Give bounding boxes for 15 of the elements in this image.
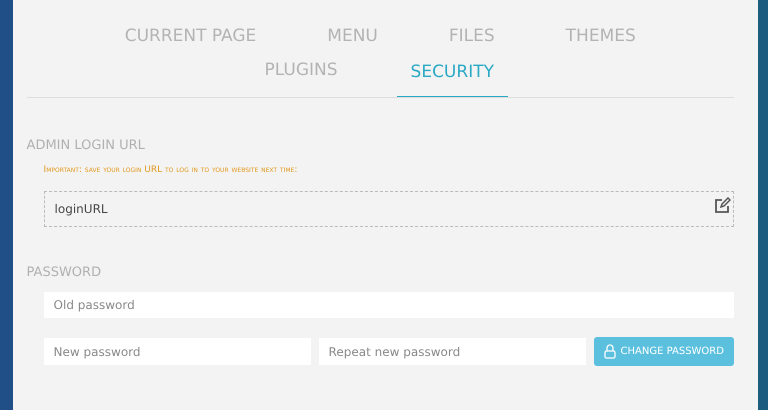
section-heading: PASSWORD bbox=[26, 265, 102, 280]
notice-text: Important: save your login URL to log in to your website next time: bbox=[44, 165, 298, 175]
tab[interactable]: THEMES bbox=[554, 24, 648, 58]
tab[interactable]: MENU bbox=[315, 24, 390, 58]
section-heading: ADMIN LOGIN URL bbox=[26, 138, 146, 153]
new-password-field[interactable]: New password bbox=[44, 338, 311, 365]
change-password-button[interactable]: CHANGE PASSWORD bbox=[594, 337, 734, 366]
login-url-field[interactable]: loginURL bbox=[44, 191, 734, 227]
edit-icon[interactable] bbox=[712, 197, 731, 215]
tab[interactable]: CURRENT PAGE bbox=[112, 24, 268, 58]
old-password-field[interactable]: Old password bbox=[44, 292, 734, 318]
lock-icon bbox=[604, 344, 616, 359]
tab[interactable]: PLUGINS bbox=[252, 58, 350, 98]
tab[interactable]: FILES bbox=[436, 24, 507, 58]
repeat-password-field[interactable]: Repeat new password bbox=[318, 338, 586, 365]
